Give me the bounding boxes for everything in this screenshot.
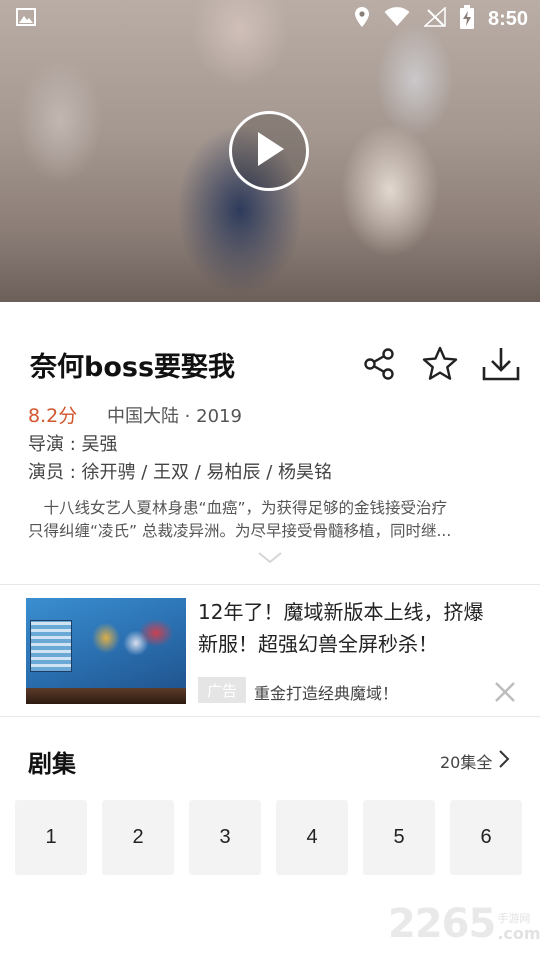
- ad-image-bar: [26, 688, 186, 704]
- action-bar: [362, 346, 520, 382]
- image-icon: [16, 8, 36, 30]
- episode-button[interactable]: 1: [15, 800, 87, 875]
- episodes-title: 剧集: [28, 750, 76, 778]
- region-year: 中国大陆 · 2019: [106, 406, 242, 427]
- rating: 8.2分: [28, 405, 78, 427]
- director: 导演 : 吴强: [28, 434, 118, 455]
- episodes-total: 20集全: [440, 753, 493, 772]
- divider: [0, 716, 540, 717]
- episode-button[interactable]: 5: [363, 800, 435, 875]
- ad-badge: 广告: [198, 677, 246, 703]
- episode-button[interactable]: 3: [189, 800, 261, 875]
- episode-grid: 1 2 3 4 5 6: [15, 800, 522, 875]
- ad-title-line: 12年了！魔域新版本上线，挤爆: [198, 600, 484, 624]
- episodes-all-link[interactable]: 20集全: [440, 749, 510, 773]
- watermark-side: 手游网 .com: [497, 912, 540, 943]
- play-button[interactable]: [229, 111, 309, 191]
- play-icon: [252, 130, 286, 172]
- status-bar: 8:50: [0, 0, 540, 38]
- episode-button[interactable]: 2: [102, 800, 174, 875]
- divider: [0, 584, 540, 585]
- video-player[interactable]: 8:50: [0, 0, 540, 302]
- no-signal-icon: [423, 6, 446, 31]
- ad-subtitle: 重金打造经典魔域！: [254, 684, 399, 703]
- ad-title-line: 新服！超强幻兽全屏秒杀！: [198, 632, 438, 656]
- chevron-right-icon: [498, 749, 510, 773]
- description-line: 只得纠缠“凌氏” 总裁凌异洲。为尽早接受骨髓移植，同时继...: [28, 522, 452, 540]
- cast: 演员 : 徐开骋 / 王双 / 易柏辰 / 杨昊铭: [28, 462, 333, 483]
- location-icon: [354, 6, 370, 32]
- chevron-down-icon[interactable]: [257, 550, 283, 569]
- episode-button[interactable]: 6: [450, 800, 522, 875]
- watermark-number: 2265: [388, 901, 496, 947]
- meta-row: 8.2分 中国大陆 · 2019: [28, 401, 242, 428]
- status-time: 8:50: [487, 7, 528, 30]
- battery-charging-icon: [459, 5, 474, 33]
- description-line: 十八线女艺人夏林身患“血癌”，为获得足够的金钱接受治疗: [28, 499, 448, 517]
- share-icon[interactable]: [362, 346, 398, 382]
- watermark-domain: .com: [497, 924, 540, 943]
- ad-image-panel: [30, 620, 72, 672]
- ad-image[interactable]: [26, 598, 186, 704]
- wifi-icon: [384, 7, 410, 31]
- show-title: 奈何boss要娶我: [30, 352, 236, 383]
- episode-button[interactable]: 4: [276, 800, 348, 875]
- watermark: 2265 手游网 .com: [388, 902, 540, 946]
- star-icon[interactable]: [422, 346, 458, 382]
- close-icon[interactable]: [493, 680, 517, 704]
- ad-title[interactable]: 12年了！魔域新版本上线，挤爆 新服！超强幻兽全屏秒杀！: [198, 596, 518, 660]
- download-icon[interactable]: [482, 346, 520, 382]
- description[interactable]: 十八线女艺人夏林身患“血癌”，为获得足够的金钱接受治疗 只得纠缠“凌氏” 总裁凌…: [28, 497, 512, 543]
